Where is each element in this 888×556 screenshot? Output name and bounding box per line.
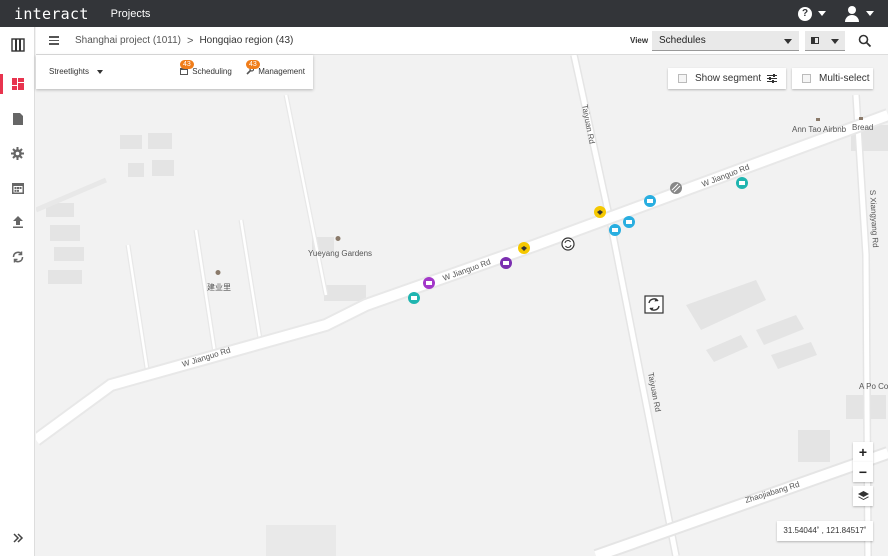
asset-library-icon[interactable] bbox=[0, 33, 35, 57]
user-account-icon[interactable] bbox=[844, 5, 860, 22]
zoom-out-button[interactable]: − bbox=[853, 462, 873, 482]
streetlight-marker-disabled[interactable] bbox=[670, 182, 682, 194]
show-segment-toggle[interactable]: Show segment bbox=[668, 68, 786, 89]
view-select[interactable]: Schedules bbox=[652, 31, 799, 51]
asset-type-dropdown[interactable]: Streetlights bbox=[49, 67, 104, 76]
asset-type-value: Streetlights bbox=[49, 67, 90, 76]
upload-icon[interactable] bbox=[0, 210, 35, 234]
view-label: View bbox=[630, 36, 649, 45]
app-logo[interactable]: interact bbox=[14, 5, 89, 23]
streetlight-marker-teal[interactable] bbox=[736, 177, 748, 189]
document-icon[interactable] bbox=[0, 107, 35, 131]
poi-label-apo: A Po Co bbox=[859, 382, 888, 391]
poi-label-jianyeli: 建业里 bbox=[207, 282, 231, 292]
show-segment-checkbox[interactable] bbox=[678, 74, 687, 83]
left-nav-rail bbox=[0, 27, 35, 556]
tab-management[interactable]: 43 Management bbox=[246, 60, 305, 76]
segment-settings-sliders-icon[interactable] bbox=[767, 74, 777, 83]
streetlight-marker-teal[interactable] bbox=[408, 292, 420, 304]
breadcrumb-region: Hongqiao region (43) bbox=[199, 35, 294, 46]
streetlight-marker-cyan[interactable] bbox=[644, 195, 656, 207]
layers-icon bbox=[857, 490, 869, 500]
view-chevron-down-icon bbox=[784, 39, 792, 44]
sync-icon[interactable] bbox=[0, 245, 35, 269]
streetlight-marker-yellow[interactable] bbox=[594, 206, 606, 218]
help-menu-chevron-icon[interactable] bbox=[818, 11, 826, 16]
projects-link[interactable]: Projects bbox=[111, 8, 151, 20]
breadcrumb-project[interactable]: Shanghai project (1011) bbox=[75, 35, 181, 46]
multi-select-checkbox[interactable] bbox=[802, 74, 811, 83]
management-count-badge: 43 bbox=[246, 60, 260, 69]
streetlight-marker-sync[interactable] bbox=[561, 237, 575, 251]
streetlight-marker-violet[interactable] bbox=[423, 277, 435, 289]
poi-label-yueyang: Yueyang Gardens bbox=[308, 249, 372, 258]
multi-select-toggle[interactable]: Multi-select bbox=[792, 68, 873, 89]
map-layers-button[interactable] bbox=[853, 486, 873, 506]
expand-sidebar-icon[interactable] bbox=[12, 532, 24, 544]
panel-layout-button[interactable] bbox=[805, 31, 845, 51]
tab-scheduling[interactable]: 43 Scheduling bbox=[180, 60, 232, 76]
zoom-in-button[interactable]: + bbox=[853, 442, 873, 462]
tab-scheduling-label: Scheduling bbox=[192, 67, 232, 76]
streetlight-marker-cyan[interactable] bbox=[623, 216, 635, 228]
poi-label-bread: Bread bbox=[852, 123, 873, 132]
scheduling-count-badge: 43 bbox=[180, 60, 194, 69]
multi-select-label: Multi-select bbox=[819, 73, 870, 84]
top-right-actions: ? bbox=[798, 0, 874, 27]
tab-management-label: Management bbox=[258, 67, 305, 76]
streetlight-marker-purple[interactable] bbox=[500, 257, 512, 269]
asset-type-chevron-down-icon bbox=[97, 69, 104, 74]
asset-panel: Streetlights 43 Scheduling 43 Management bbox=[36, 55, 313, 89]
user-menu-chevron-icon[interactable] bbox=[866, 11, 874, 16]
show-segment-label: Show segment bbox=[695, 73, 762, 84]
streetlight-marker-yellow[interactable] bbox=[518, 242, 530, 254]
breadcrumb-separator: > bbox=[187, 34, 194, 47]
map-canvas[interactable]: W Jianguo Rd W Jianguo Rd W Jianguo Rd T… bbox=[36, 55, 888, 556]
top-bar: interact Projects ? bbox=[0, 0, 888, 27]
help-icon[interactable]: ? bbox=[798, 6, 812, 21]
menu-hamburger-icon[interactable] bbox=[49, 36, 59, 45]
streetlight-marker-cyan[interactable] bbox=[609, 224, 621, 236]
settings-gear-icon[interactable] bbox=[0, 141, 35, 165]
dashboard-icon[interactable] bbox=[0, 72, 35, 96]
side-panel-icon bbox=[811, 37, 819, 44]
calendar-icon[interactable] bbox=[0, 176, 35, 200]
coordinates-readout: 31.54044˚ , 121.84517˚ bbox=[777, 521, 873, 541]
poi-shop-icon bbox=[859, 117, 863, 120]
layout-chevron-down-icon bbox=[831, 39, 839, 44]
search-icon[interactable] bbox=[858, 34, 872, 48]
breadcrumb-bar: Shanghai project (1011) > Hongqiao regio… bbox=[36, 27, 888, 55]
poi-shop-icon bbox=[816, 118, 820, 121]
poi-label-antao: Ann Tao Airbnb bbox=[792, 125, 847, 134]
view-select-value: Schedules bbox=[659, 35, 706, 46]
sync-group-marker[interactable] bbox=[644, 295, 664, 314]
